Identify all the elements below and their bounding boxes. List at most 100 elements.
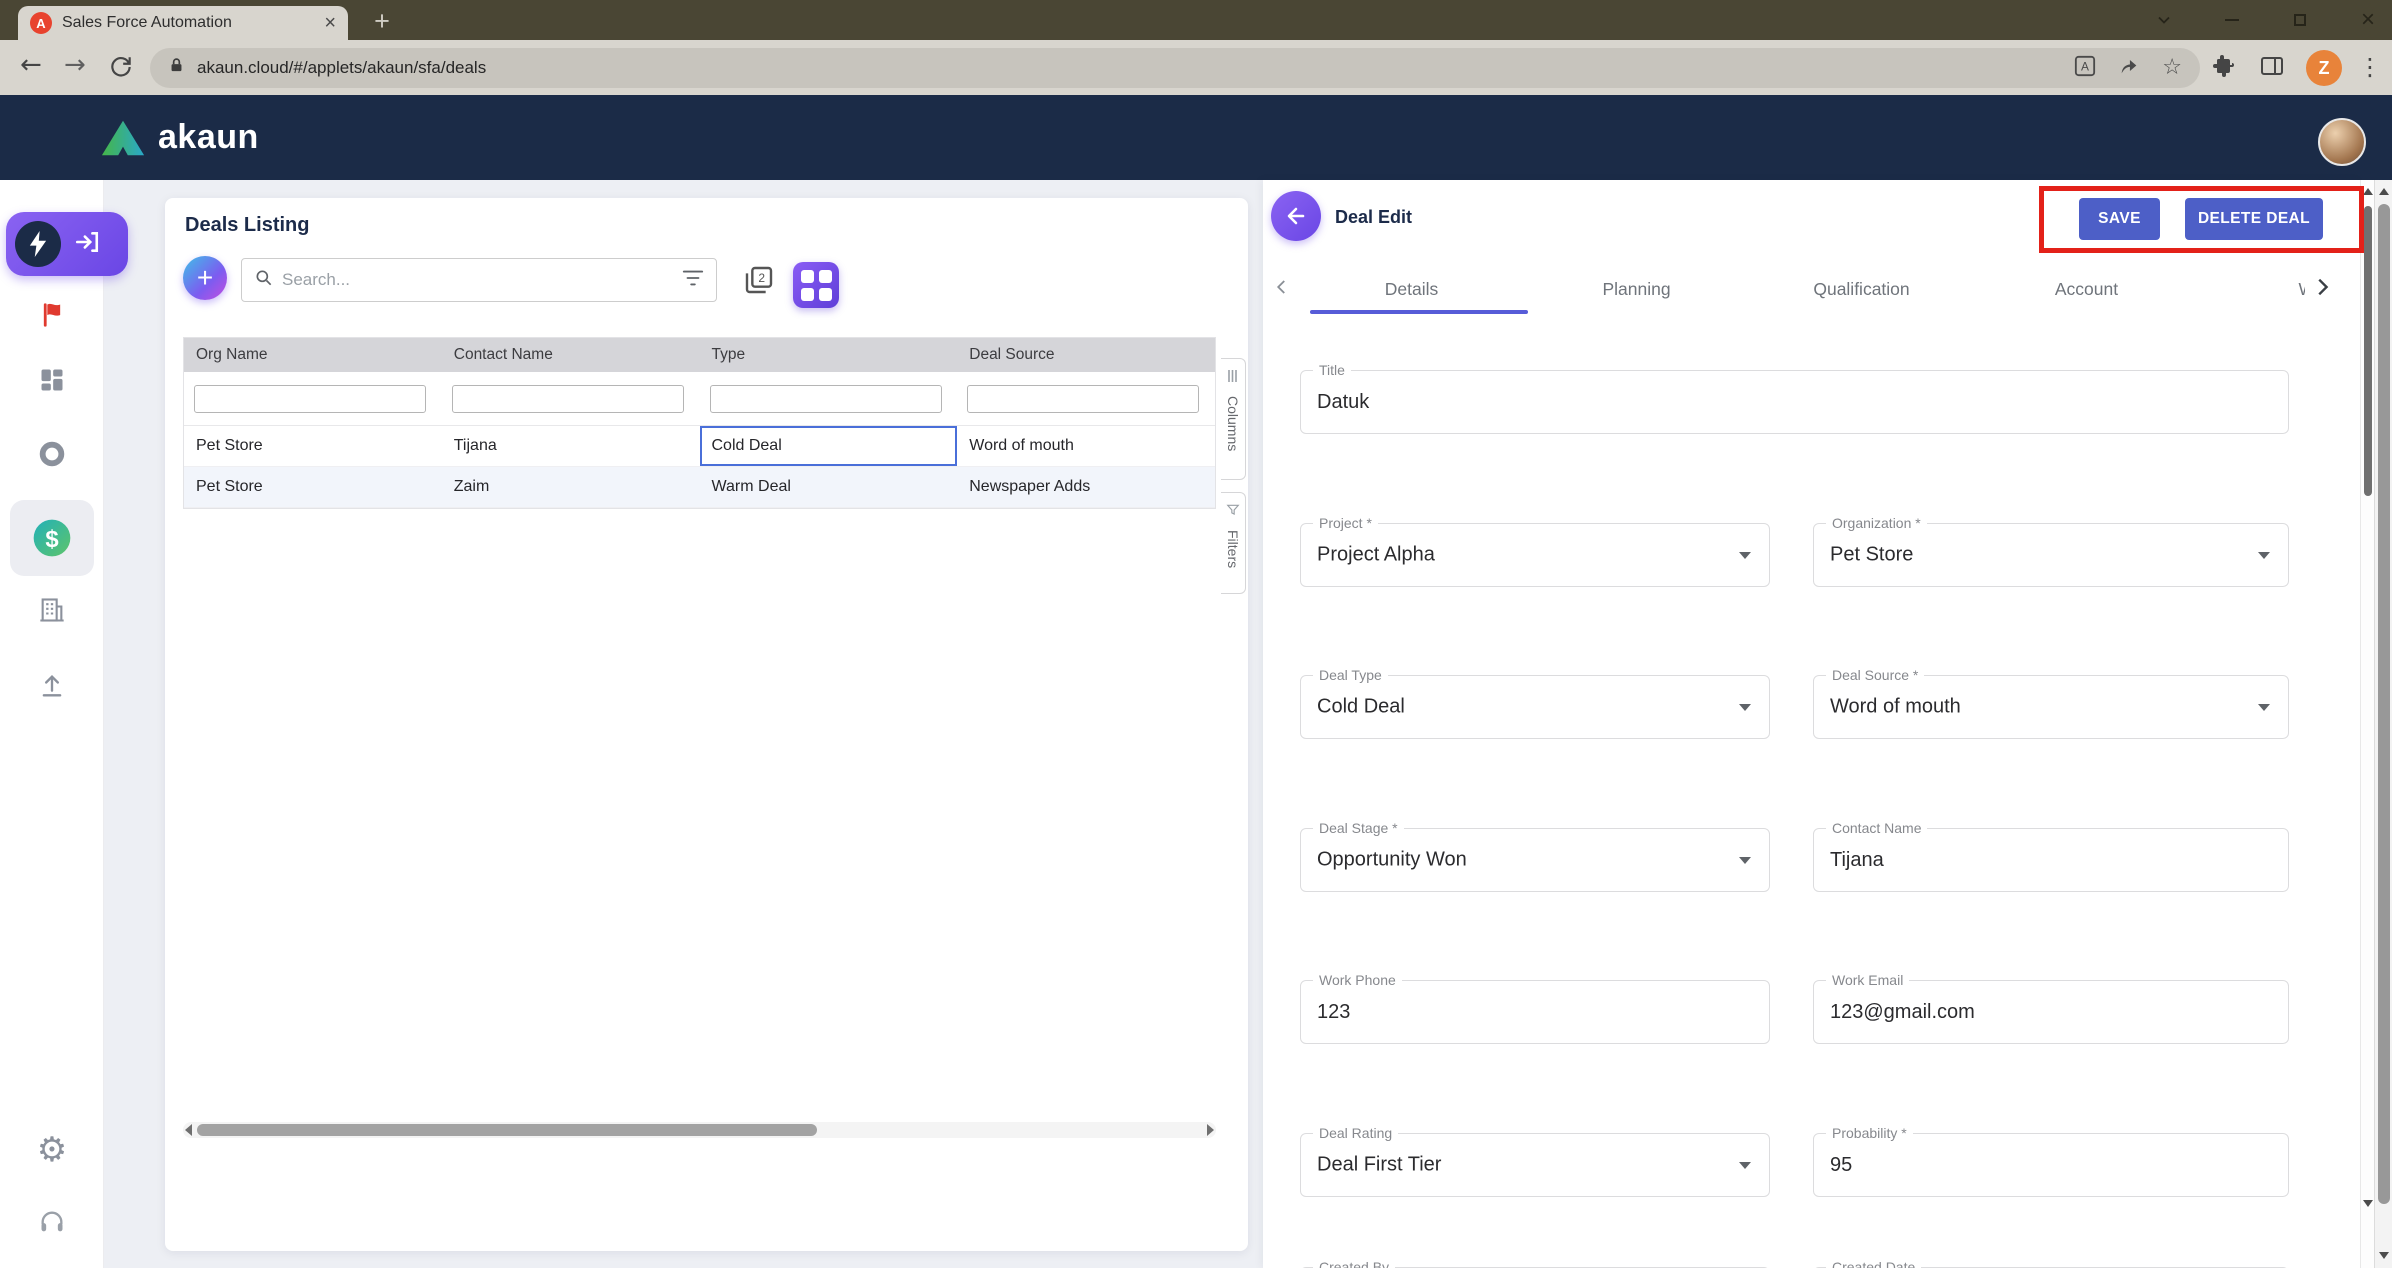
sidebar-item-settings-gear-icon[interactable]: ⚙ (0, 1130, 104, 1170)
cell-deal-source[interactable]: Newspaper Adds (957, 467, 1215, 507)
tab-account[interactable]: Account (1974, 264, 2199, 314)
scroll-up-arrow-icon[interactable] (2363, 188, 2373, 195)
browser-tab[interactable]: A Sales Force Automation × (18, 6, 348, 40)
cell-deal-source[interactable]: Word of mouth (957, 426, 1215, 466)
panel-scrollbar-thumb[interactable] (2364, 206, 2372, 496)
browser-profile-avatar[interactable]: Z (2306, 50, 2342, 86)
translate-icon[interactable]: A (2074, 55, 2096, 82)
sidebar-item-sales-active[interactable]: $ (10, 500, 94, 576)
tab-planning[interactable]: Planning (1524, 264, 1749, 314)
add-deal-button[interactable]: + (183, 256, 227, 300)
window-close-button[interactable]: × (2344, 0, 2392, 40)
work-phone-field[interactable]: Work Phone (1300, 980, 1770, 1044)
user-avatar[interactable] (2318, 118, 2366, 166)
table-row[interactable]: Pet Store Tijana Cold Deal Word of mouth (184, 426, 1215, 467)
cell-type[interactable]: Warm Deal (700, 467, 958, 507)
page-vertical-scrollbar[interactable] (2374, 180, 2392, 1268)
split-view-icon[interactable]: 2 (743, 264, 775, 301)
new-tab-button[interactable]: + (366, 5, 398, 37)
sidebar-item-active-applet[interactable] (6, 212, 128, 276)
work-phone-input[interactable] (1317, 981, 1745, 1043)
deal-source-field[interactable]: Deal Source * Word of mouth (1813, 675, 2289, 739)
url-bar[interactable]: akaun.cloud/#/applets/akaun/sfa/deals A … (150, 48, 2200, 88)
probability-field[interactable]: Probability * (1813, 1133, 2289, 1197)
contact-name-input[interactable] (1830, 829, 2264, 891)
table-row[interactable]: Pet Store Zaim Warm Deal Newspaper Adds (184, 467, 1215, 508)
window-maximize-button[interactable] (2276, 0, 2324, 40)
created-by-label: Created By (1313, 1259, 1395, 1268)
delete-deal-button[interactable]: DELETE DEAL (2185, 198, 2323, 240)
chevron-down-icon[interactable] (2140, 0, 2188, 40)
cell-contact-name[interactable]: Zaim (442, 467, 700, 507)
deal-stage-label: Deal Stage * (1313, 820, 1404, 836)
tab-close-icon[interactable]: × (324, 13, 336, 33)
cell-contact-name[interactable]: Tijana (442, 426, 700, 466)
title-field[interactable]: Title (1300, 370, 2289, 434)
tab-truncated[interactable]: Wo (2199, 264, 2305, 314)
side-panel-icon[interactable] (2260, 54, 2284, 83)
probability-input[interactable] (1830, 1134, 2264, 1196)
work-email-field[interactable]: Work Email (1813, 980, 2289, 1044)
deals-table: Org Name Contact Name Type Deal Source P… (183, 337, 1216, 509)
page-scrollbar-thumb[interactable] (2378, 204, 2390, 1204)
contact-name-field[interactable]: Contact Name (1813, 828, 2289, 892)
editor-tabs: Details Planning Qualification Account W… (1299, 264, 2305, 314)
scroll-down-arrow-icon[interactable] (2379, 1252, 2389, 1259)
deal-rating-field[interactable]: Deal Rating Deal First Tier (1300, 1133, 1770, 1197)
work-email-input[interactable] (1830, 981, 2264, 1043)
share-icon[interactable] (2118, 55, 2140, 82)
horizontal-scrollbar-thumb[interactable] (197, 1124, 817, 1136)
save-button[interactable]: SAVE (2079, 198, 2160, 240)
search-input[interactable] (282, 270, 674, 290)
project-field[interactable]: Project * Project Alpha (1300, 523, 1770, 587)
column-header-deal-source[interactable]: Deal Source (957, 338, 1215, 372)
filter-list-icon[interactable] (682, 269, 704, 292)
title-input[interactable] (1317, 371, 2264, 433)
deal-stage-field[interactable]: Deal Stage * Opportunity Won (1300, 828, 1770, 892)
scroll-down-arrow-icon[interactable] (2363, 1200, 2373, 1207)
scroll-left-arrow-icon[interactable] (185, 1124, 192, 1136)
filter-input-contact-name[interactable] (452, 385, 684, 413)
column-header-contact-name[interactable]: Contact Name (442, 338, 700, 372)
cell-type-selected[interactable]: Cold Deal (700, 426, 958, 466)
sidebar-item-flag[interactable] (0, 300, 104, 330)
akaun-logo-icon (100, 118, 146, 158)
forward-icon[interactable]: → (64, 52, 86, 78)
sidebar-item-ring[interactable] (0, 440, 104, 468)
browser-menu-kebab-icon[interactable]: ⋮ (2358, 53, 2382, 81)
tabs-scroll-right-icon[interactable] (2311, 276, 2333, 303)
column-header-type[interactable]: Type (700, 338, 958, 372)
filter-input-org-name[interactable] (194, 385, 426, 413)
deal-type-field[interactable]: Deal Type Cold Deal (1300, 675, 1770, 739)
bookmark-star-icon[interactable]: ☆ (2162, 57, 2182, 79)
sidebar-item-dashboard[interactable] (0, 366, 104, 394)
scroll-right-arrow-icon[interactable] (1207, 1124, 1214, 1136)
extensions-puzzle-icon[interactable] (2212, 54, 2236, 83)
sidebar-item-upload[interactable] (0, 672, 104, 700)
filter-input-type[interactable] (710, 385, 942, 413)
scroll-up-arrow-icon[interactable] (2379, 188, 2389, 195)
filter-input-deal-source[interactable] (967, 385, 1199, 413)
sidebar-item-organization[interactable] (0, 596, 104, 624)
search-box[interactable] (241, 258, 717, 302)
back-icon[interactable]: ← (20, 52, 42, 78)
tab-details[interactable]: Details (1299, 264, 1524, 314)
page-title: Deals Listing (185, 214, 309, 237)
tabs-scroll-left-icon[interactable] (1273, 278, 1291, 301)
column-header-org-name[interactable]: Org Name (184, 338, 442, 372)
filters-side-tab[interactable]: Filters (1221, 492, 1246, 594)
sidebar-item-support-headset-icon[interactable] (0, 1208, 104, 1236)
cell-org-name[interactable]: Pet Store (184, 467, 442, 507)
cell-org-name[interactable]: Pet Store (184, 426, 442, 466)
tab-qualification[interactable]: Qualification (1749, 264, 1974, 314)
organization-field[interactable]: Organization * Pet Store (1813, 523, 2289, 587)
back-button[interactable] (1271, 191, 1321, 241)
columns-side-tab[interactable]: Columns (1221, 358, 1246, 480)
horizontal-scrollbar[interactable] (183, 1122, 1216, 1138)
refresh-icon[interactable] (108, 54, 134, 84)
window-minimize-button[interactable] (2208, 0, 2256, 40)
browser-toolbar: ← → akaun.cloud/#/applets/akaun/sfa/deal… (0, 40, 2392, 95)
panel-vertical-scrollbar[interactable] (2360, 180, 2374, 1268)
grid-view-button[interactable] (793, 262, 839, 308)
tab-title: Sales Force Automation (62, 14, 314, 32)
